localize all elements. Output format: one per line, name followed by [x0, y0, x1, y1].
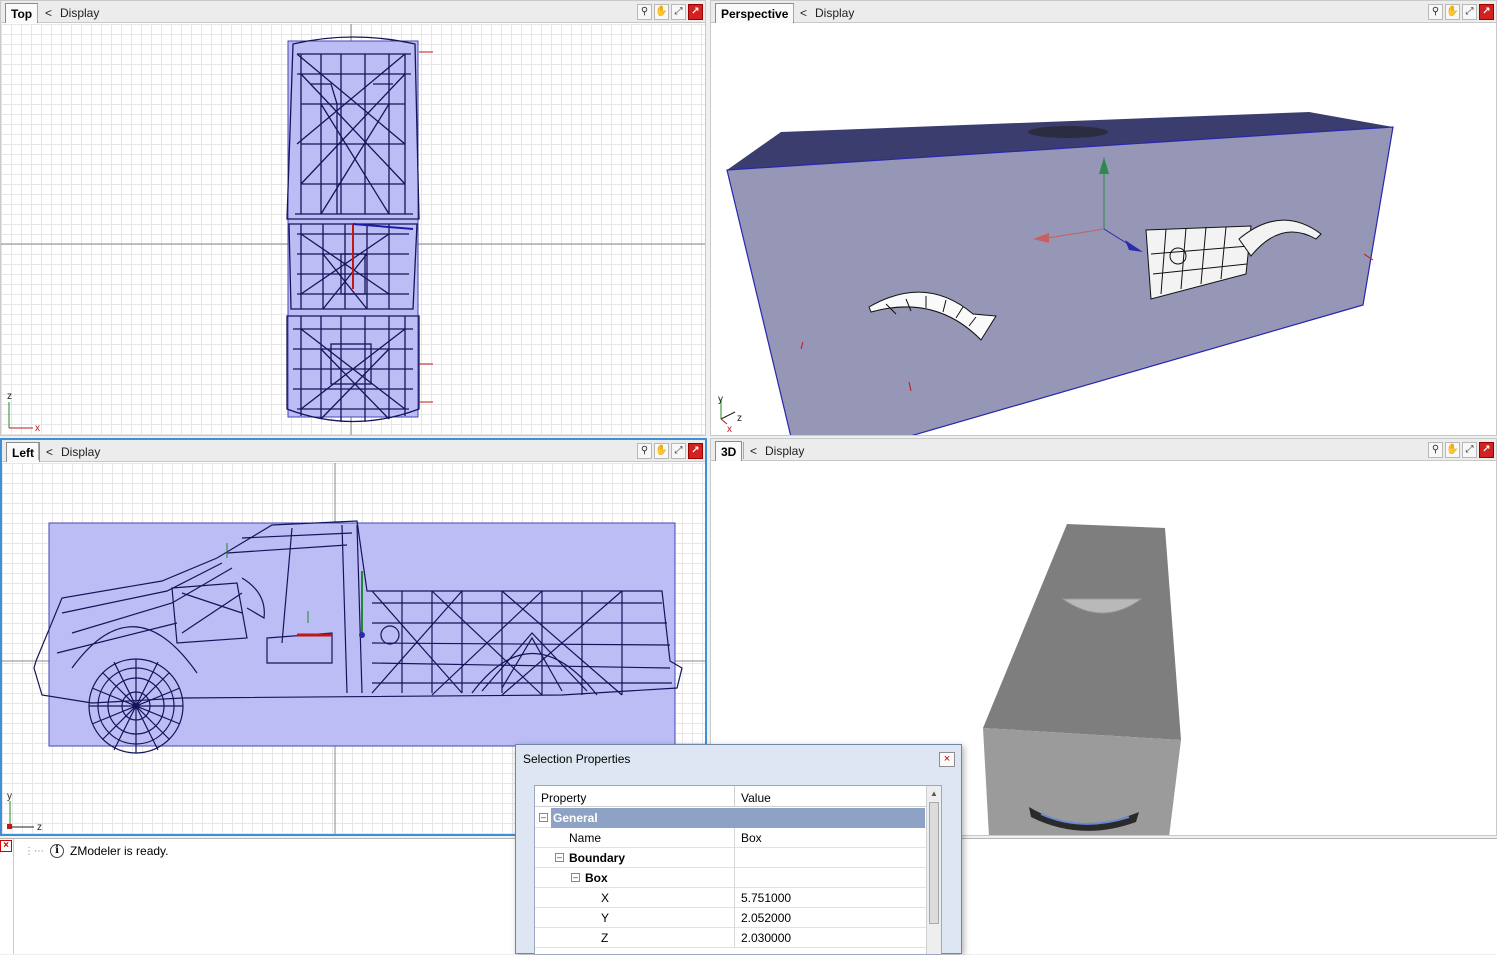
- zoom-icon[interactable]: ⚲: [1428, 442, 1443, 458]
- perspective-drawing: y z x: [718, 112, 1394, 435]
- top-view-drawing: z x: [1, 24, 705, 435]
- viewport-tab-perspective[interactable]: Perspective: [715, 3, 795, 23]
- box-shaded-front: [983, 524, 1181, 740]
- property-value[interactable]: 2.030000: [741, 931, 791, 945]
- viewport-toolbar: Left < Display ⚲ ✋ ⤢ ↗: [2, 440, 705, 462]
- front-wheel: [88, 658, 184, 754]
- property-key: General: [553, 811, 598, 825]
- viewport-toolbar: 3D < Display ⚲ ✋ ⤢ ↗: [711, 439, 1496, 461]
- viewport-perspective[interactable]: Perspective < Display ⚲ ✋ ⤢ ↗ y z x: [710, 0, 1497, 436]
- display-chevron[interactable]: <: [800, 6, 807, 20]
- close-viewport-icon[interactable]: ↗: [688, 443, 703, 459]
- column-header-value[interactable]: Value: [741, 791, 771, 805]
- property-row-box[interactable]: – Box: [535, 868, 927, 888]
- property-key: Boundary: [569, 851, 626, 865]
- property-grid-header: Property Value: [535, 786, 927, 807]
- property-key: Box: [585, 871, 608, 885]
- display-menu[interactable]: Display: [815, 6, 854, 20]
- property-row-x[interactable]: X 5.751000: [535, 888, 927, 908]
- axis-label-x: x: [727, 424, 732, 435]
- column-header-property[interactable]: Property: [541, 791, 586, 805]
- pan-icon[interactable]: ✋: [1445, 4, 1460, 20]
- axis-label-z: z: [37, 822, 42, 833]
- pan-icon[interactable]: ✋: [654, 4, 669, 20]
- box-side-face: [726, 126, 1394, 435]
- dialog-close-button[interactable]: ×: [939, 752, 955, 767]
- property-row-name[interactable]: Name Box: [535, 828, 927, 848]
- display-menu[interactable]: Display: [765, 444, 804, 458]
- viewport-tab-left[interactable]: Left: [6, 442, 40, 462]
- zoom-icon[interactable]: ⚲: [1428, 4, 1443, 20]
- log-entry: ⋮⋯ i ZModeler is ready.: [24, 844, 169, 858]
- property-row-general[interactable]: – General: [535, 808, 927, 828]
- pan-icon[interactable]: ✋: [654, 443, 669, 459]
- log-message: ZModeler is ready.: [70, 844, 169, 858]
- scrollbar-thumb[interactable]: [929, 802, 939, 924]
- zoom-icon[interactable]: ⚲: [637, 443, 652, 459]
- axis-label-y: y: [718, 394, 723, 405]
- viewport-toolbar: Top < Display ⚲ ✋ ⤢ ↗: [1, 1, 705, 23]
- display-chevron[interactable]: <: [46, 445, 53, 459]
- close-viewport-icon[interactable]: ↗: [688, 4, 703, 20]
- scroll-up-icon[interactable]: ▲: [930, 789, 938, 798]
- property-key: Z: [601, 931, 609, 945]
- collapse-icon[interactable]: –: [571, 873, 580, 882]
- axis-label-z: z: [7, 391, 12, 402]
- close-viewport-icon[interactable]: ↗: [1479, 442, 1494, 458]
- display-menu[interactable]: Display: [61, 445, 100, 459]
- viewport-top[interactable]: Top < Display ⚲ ✋ ⤢ ↗ z x: [0, 0, 706, 436]
- info-icon: i: [50, 844, 64, 858]
- property-key: Y: [601, 911, 610, 925]
- property-row-y[interactable]: Y 2.052000: [535, 908, 927, 928]
- property-row-z[interactable]: Z 2.030000: [535, 928, 927, 948]
- close-log-icon[interactable]: ×: [0, 840, 12, 852]
- maximize-icon[interactable]: ⤢: [1462, 442, 1477, 458]
- axis-label-y: y: [7, 791, 12, 802]
- axis-label-z: z: [737, 413, 742, 424]
- property-row-boundary[interactable]: – Boundary: [535, 848, 927, 868]
- pan-icon[interactable]: ✋: [1445, 442, 1460, 458]
- maximize-icon[interactable]: ⤢: [1462, 4, 1477, 20]
- viewport-tab-top[interactable]: Top: [5, 3, 39, 23]
- viewport-tab-3d[interactable]: 3D: [715, 441, 743, 461]
- property-value[interactable]: 2.052000: [741, 911, 791, 925]
- property-grid[interactable]: Property Value – General Name Box – Boun…: [534, 785, 942, 955]
- dialog-title: Selection Properties: [523, 752, 631, 766]
- property-value[interactable]: 5.751000: [741, 891, 791, 905]
- zoom-icon[interactable]: ⚲: [637, 4, 652, 20]
- property-key: Name: [569, 831, 602, 845]
- axis-label-x: x: [35, 423, 40, 434]
- maximize-icon[interactable]: ⤢: [671, 4, 686, 20]
- close-viewport-icon[interactable]: ↗: [1479, 4, 1494, 20]
- viewport-toolbar: Perspective < Display ⚲ ✋ ⤢ ↗: [711, 1, 1496, 23]
- box-shaded-bottom: [983, 728, 1181, 835]
- top-canvas[interactable]: z x: [1, 24, 705, 435]
- property-grid-scrollbar[interactable]: ▲: [926, 786, 941, 954]
- display-menu[interactable]: Display: [60, 6, 99, 20]
- property-key: X: [601, 891, 610, 905]
- display-chevron[interactable]: <: [45, 6, 52, 20]
- collapse-icon[interactable]: –: [555, 853, 564, 862]
- display-chevron[interactable]: <: [750, 444, 757, 458]
- selection-properties-dialog[interactable]: Selection Properties × Property Value – …: [515, 744, 962, 955]
- property-value[interactable]: Box: [741, 831, 762, 845]
- maximize-icon[interactable]: ⤢: [671, 443, 686, 459]
- perspective-canvas[interactable]: y z x: [711, 24, 1496, 435]
- collapse-icon[interactable]: –: [539, 813, 548, 822]
